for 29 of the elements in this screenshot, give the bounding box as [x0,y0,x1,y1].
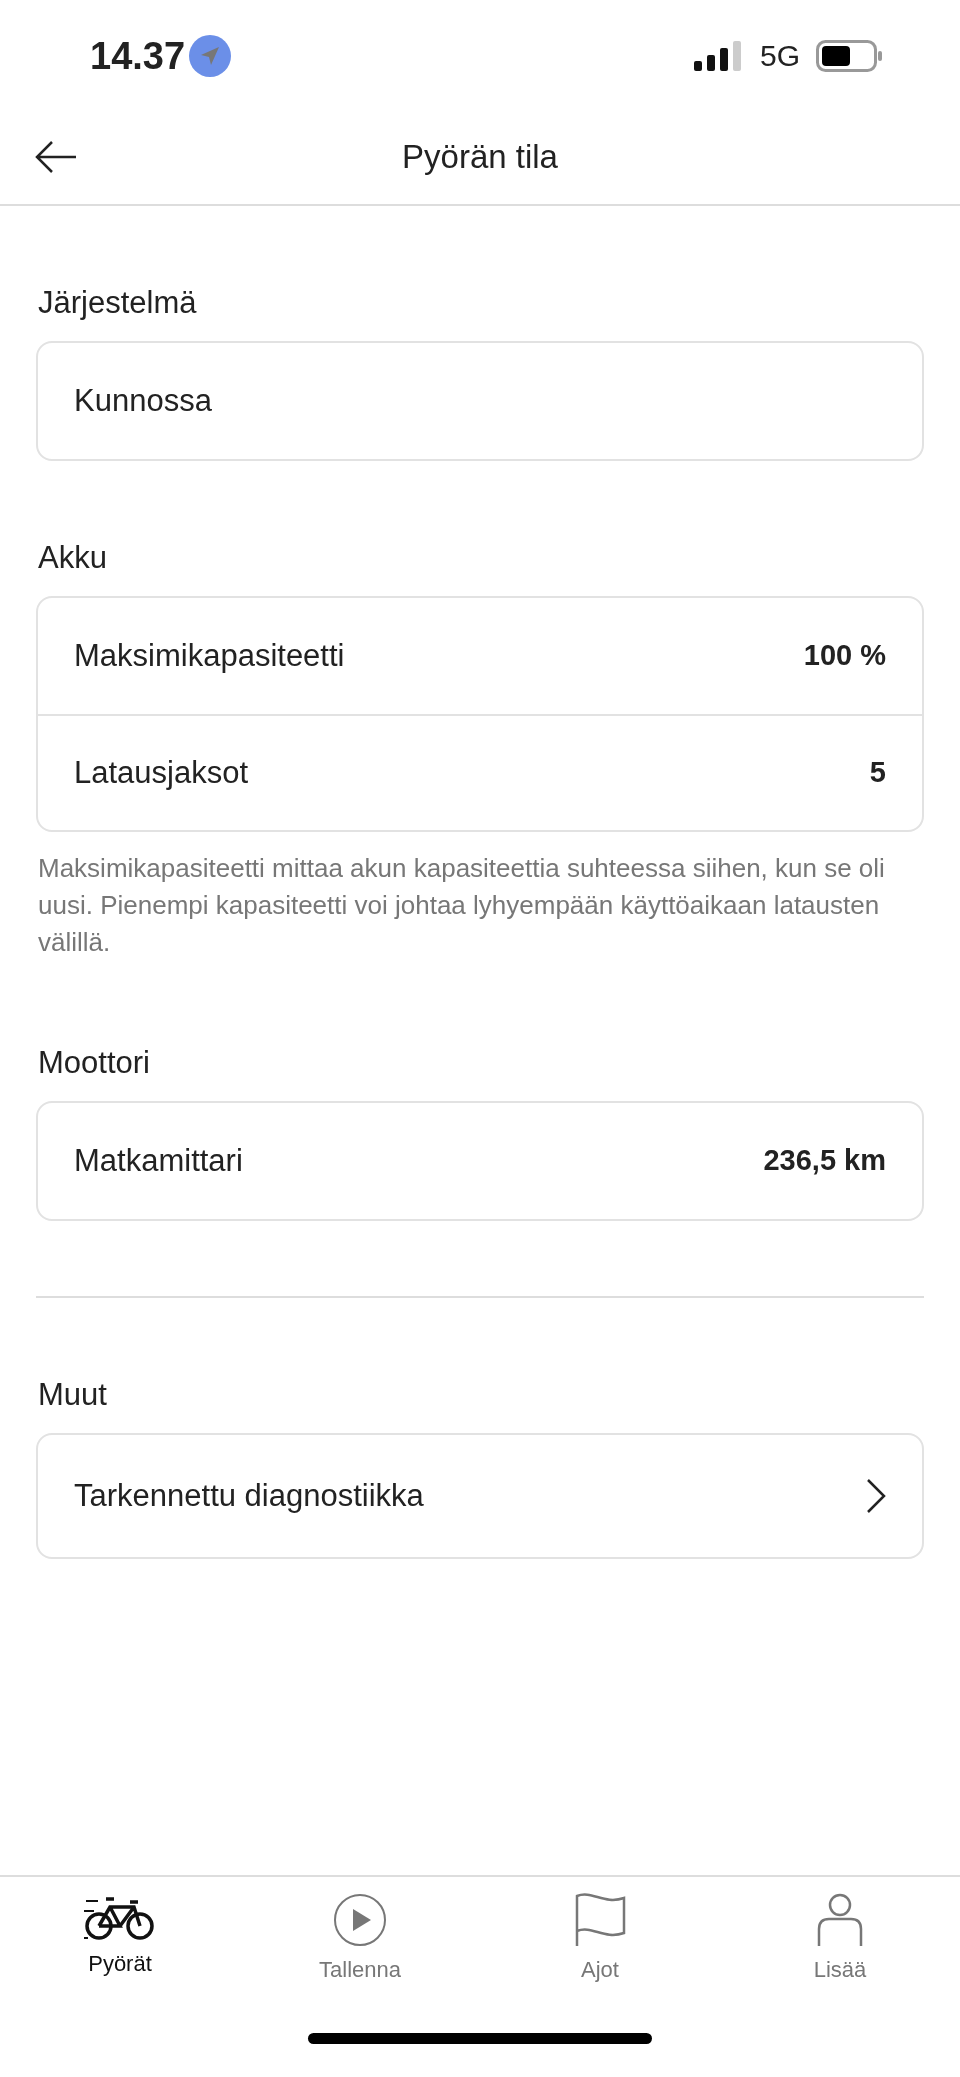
person-icon [817,1893,863,1947]
tab-bar-item[interactable]: Pyörät [0,1877,240,2033]
row-label: Latausjaksot [74,753,249,792]
section-heading: Moottori [38,1044,151,1082]
battery-icon [816,40,882,72]
status-text: Kunnossa [74,381,212,420]
signal-icon [693,41,744,71]
tab-bar-item[interactable]: Lisää [720,1877,960,2033]
diagnostics-link-row[interactable]: Tarkennettu diagnostiikka [38,1435,922,1557]
back-button[interactable] [34,140,78,174]
section-heading: Muut [38,1376,108,1414]
row-value: 236,5 km [763,1143,886,1179]
section-heading: Järjestelmä [38,284,198,322]
section-heading: Akku [38,539,108,577]
clock-time: 14.37 [90,34,186,79]
location-icon [189,35,232,77]
network-label: 5G [759,38,800,74]
row-label: Matkamittari [74,1141,243,1180]
play-icon [333,1893,387,1947]
help-text: Maksimikapasiteetti mittaa akun kapasiteettia suhteessa siihen, kun se oli uusi. Pienempi kapasiteetti voi johtaa lyhyempään käyttöaikaan latausten välillä. [38,852,886,959]
row-value: 100 % [803,638,886,674]
row-label: Tarkennettu diagnostiikka [74,1476,424,1515]
row-value: 5 [869,755,886,791]
row-label: Maksimikapasiteetti [74,636,345,675]
chevron-right-icon [866,1478,886,1514]
flag-icon [574,1893,626,1947]
tab-bar-item[interactable]: Tallenna [240,1877,480,2033]
page-title: Pyörän tila [402,137,558,178]
tab-bar-item[interactable]: Ajot [480,1877,720,2033]
